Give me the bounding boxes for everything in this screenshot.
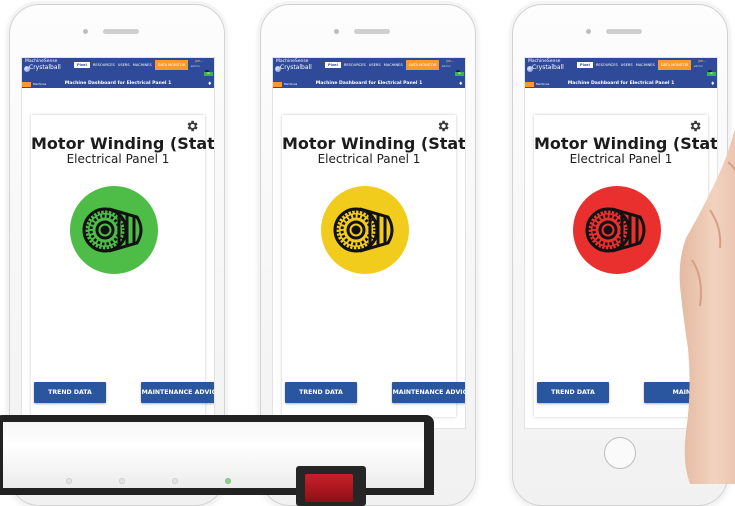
main-nav: Pixel RESOURCES USERS MACHINES DATA MONI… xyxy=(577,60,692,70)
motor-winding-icon xyxy=(82,207,143,253)
nav-users[interactable]: USERS xyxy=(369,63,381,67)
trend-data-button[interactable]: TREND DATA xyxy=(34,382,106,403)
gear-icon[interactable] xyxy=(436,119,450,133)
user-role: admin xyxy=(441,64,451,68)
top-nav-bar: MachineSense Crystalball Pixel RESOURCES… xyxy=(525,58,717,80)
user-name[interactable]: joe... xyxy=(698,59,706,63)
nav-machines[interactable]: MACHINES xyxy=(636,63,655,67)
maintenance-advice-button[interactable]: MAINTENANCE ADVICE xyxy=(141,382,214,403)
hand-image xyxy=(679,129,735,484)
trend-data-button[interactable]: TREND DATA xyxy=(285,382,357,403)
user-name[interactable]: joe... xyxy=(446,59,454,63)
phone-screen: MachineSense Crystalball Pixel RESOURCES… xyxy=(272,57,466,429)
status-indicator xyxy=(70,186,158,274)
nav-data-monitor[interactable]: DATA MONITOR xyxy=(657,60,692,70)
user-role: admin xyxy=(693,64,703,68)
gear-icon[interactable] xyxy=(185,119,199,133)
sub-header-bar: Machines Machine Dashboard for Electrica… xyxy=(525,80,717,88)
nav-resources[interactable]: RESOURCES xyxy=(344,63,366,67)
maintenance-advice-button[interactable]: MAINTENANCE ADVICE xyxy=(392,382,465,403)
nav-resources[interactable]: RESOURCES xyxy=(93,63,115,67)
page-title: Machine Dashboard for Electrical Panel 1 xyxy=(567,81,675,86)
machine-card: Motor Winding (Stator) Electrical Panel … xyxy=(31,115,215,417)
status-badge: ok xyxy=(707,72,716,76)
bell-icon[interactable]: ♦ xyxy=(711,81,715,87)
page-title: Machine Dashboard for Electrical Panel 1 xyxy=(315,81,423,86)
user-name[interactable]: joe... xyxy=(195,59,203,63)
main-nav: Pixel RESOURCES USERS MACHINES DATA MONI… xyxy=(74,60,189,70)
nav-machines[interactable]: MACHINES xyxy=(384,63,403,67)
speaker-grille xyxy=(606,29,642,34)
machine-location: Electrical Panel 1 xyxy=(66,152,170,166)
main-nav: Pixel RESOURCES USERS MACHINES DATA MONI… xyxy=(325,60,440,70)
motor-winding-icon xyxy=(585,207,646,253)
machine-title: Motor Winding (Stator) xyxy=(31,134,215,153)
brand-crystalball: Crystalball xyxy=(280,64,312,71)
front-camera xyxy=(586,29,591,34)
nav-machines[interactable]: MACHINES xyxy=(133,63,152,67)
nav-pixel[interactable]: Pixel xyxy=(577,62,593,68)
nav-data-monitor[interactable]: DATA MONITOR xyxy=(154,60,189,70)
nav-data-monitor[interactable]: DATA MONITOR xyxy=(405,60,440,70)
nav-pixel[interactable]: Pixel xyxy=(74,62,90,68)
machine-card: Motor Winding (Stator) Electrical Panel … xyxy=(282,115,466,417)
speaker-grille xyxy=(103,29,139,34)
front-camera xyxy=(334,29,339,34)
bell-icon[interactable]: ♦ xyxy=(208,81,212,87)
top-nav-bar: MachineSense Crystalball Pixel RESOURCES… xyxy=(273,58,465,80)
bell-icon[interactable]: ♦ xyxy=(459,81,463,87)
device-housing xyxy=(0,415,434,495)
nav-pixel[interactable]: Pixel xyxy=(325,62,341,68)
brand-crystalball: Crystalball xyxy=(532,64,564,71)
sub-header-bar: Machines Machine Dashboard for Electrica… xyxy=(273,80,465,88)
power-led xyxy=(225,478,231,484)
status-badge: ok xyxy=(455,72,464,76)
nav-users[interactable]: USERS xyxy=(621,63,633,67)
status-led xyxy=(66,478,72,484)
user-role: admin xyxy=(190,64,200,68)
status-led xyxy=(119,478,125,484)
speaker-grille xyxy=(354,29,390,34)
nav-users[interactable]: USERS xyxy=(118,63,130,67)
brand-crystalball: Crystalball xyxy=(29,64,61,71)
nav-resources[interactable]: RESOURCES xyxy=(596,63,618,67)
machine-title: Motor Winding (Stator) xyxy=(282,134,466,153)
trend-data-button[interactable]: TREND DATA xyxy=(537,382,609,403)
power-switch[interactable] xyxy=(296,466,366,506)
status-led xyxy=(172,478,178,484)
status-badge: ok xyxy=(204,72,213,76)
sensor-device xyxy=(0,409,450,506)
phone-screen: MachineSense Crystalball Pixel RESOURCES… xyxy=(21,57,215,429)
motor-winding-icon xyxy=(333,207,394,253)
home-button[interactable] xyxy=(604,437,636,469)
front-camera xyxy=(83,29,88,34)
page-title: Machine Dashboard for Electrical Panel 1 xyxy=(64,81,172,86)
sub-header-bar: Machines Machine Dashboard for Electrica… xyxy=(22,80,214,88)
status-indicator xyxy=(573,186,661,274)
status-indicator xyxy=(321,186,409,274)
top-nav-bar: MachineSense Crystalball Pixel RESOURCES… xyxy=(22,58,214,80)
machine-location: Electrical Panel 1 xyxy=(317,152,421,166)
